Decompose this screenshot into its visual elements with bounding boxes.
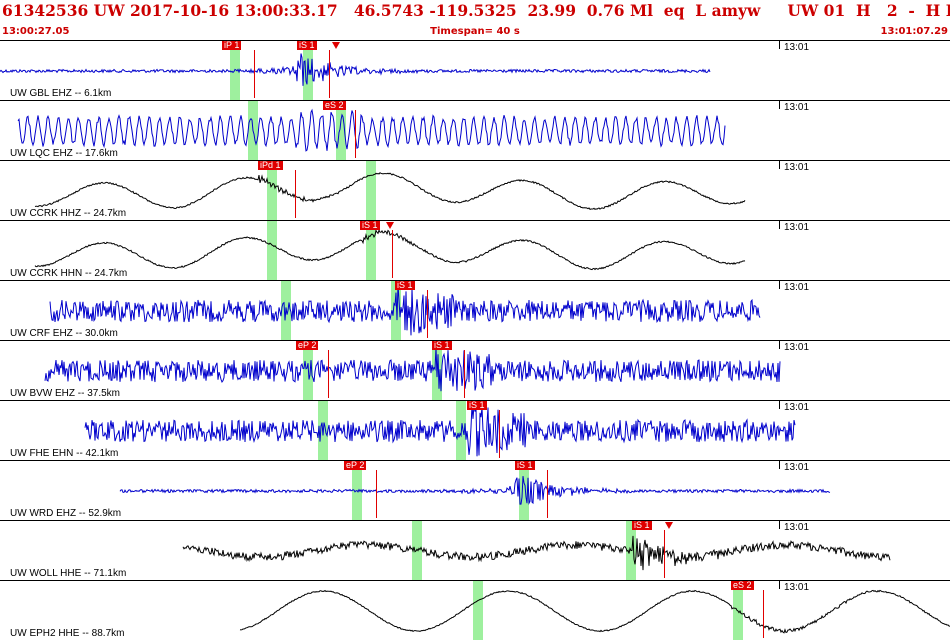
time-tick (779, 41, 780, 49)
time-label: 13:01 (784, 522, 810, 533)
trace-row[interactable]: eP 2 iS 1 13:01 UW WRD EHZ -- 52.9km (0, 460, 950, 520)
pick-tag[interactable]: iS 1 (632, 521, 652, 530)
pick-line (329, 50, 330, 98)
pick-line (355, 110, 356, 158)
waveform-trace (34, 172, 746, 211)
waveform-trace (84, 404, 796, 457)
time-label: 13:01 (784, 402, 810, 413)
waveform-trace (34, 228, 746, 271)
pick-line (547, 470, 548, 518)
pick-tag[interactable]: iS 1 (395, 281, 415, 290)
arrival-arrow-icon (386, 222, 394, 229)
trace-row[interactable]: iS 1 13:01 UW FHE EHN -- 42.1km (0, 400, 950, 460)
time-tick (779, 281, 780, 289)
event-header: 61342536 UW 2017-10-16 13:00:33.17 46.57… (0, 0, 950, 24)
time-label: 13:01 (784, 342, 810, 353)
pick-line (427, 290, 428, 338)
station-label: UW CRF EHZ -- 30.0km (10, 328, 118, 339)
time-label: 13:01 (784, 162, 810, 173)
waveform-trace (44, 346, 781, 392)
station-label: UW BVW EHZ -- 37.5km (10, 388, 121, 399)
waveform-trace (239, 589, 950, 634)
timespan-label: Timespan= 40 s (430, 26, 520, 37)
pick-tag[interactable]: iS 1 (515, 461, 535, 470)
waveform-trace (17, 108, 726, 152)
time-label: 13:01 (784, 282, 810, 293)
pick-tag[interactable]: iPd 1 (258, 161, 283, 170)
station-label: UW CCRK HHN -- 24.7km (10, 268, 128, 279)
pick-tag[interactable]: iS 1 (467, 401, 487, 410)
pick-line (392, 230, 393, 278)
time-tick (779, 521, 780, 529)
time-label: 13:01 (784, 102, 810, 113)
time-label: 13:01 (784, 462, 810, 473)
time-tick (779, 341, 780, 349)
trace-row[interactable]: iS 1 13:01 UW WOLL HHE -- 71.1km (0, 520, 950, 580)
trace-row[interactable]: iPd 1 13:01 UW CCRK HHZ -- 24.7km (0, 160, 950, 220)
station-label: UW WRD EHZ -- 52.9km (10, 508, 122, 519)
pick-line (664, 530, 665, 578)
station-label: UW WOLL HHE -- 71.1km (10, 568, 127, 579)
time-label: 13:01 (784, 222, 810, 233)
pick-line (295, 170, 296, 218)
end-time: 13:01:07.29 (880, 26, 948, 37)
station-label: UW LQC EHZ -- 17.6km (10, 148, 118, 159)
pick-line (499, 410, 500, 458)
time-label: 13:01 (784, 582, 810, 593)
time-tick (779, 401, 780, 409)
pick-line (254, 50, 255, 98)
pick-tag[interactable]: eP 2 (344, 461, 367, 470)
time-tick (779, 221, 780, 229)
time-tick (779, 101, 780, 109)
waveform-trace (49, 283, 761, 336)
station-label: UW FHE EHN -- 42.1km (10, 448, 119, 459)
pick-tag[interactable]: eS 2 (731, 581, 754, 590)
seismogram-panel[interactable]: iP 1 iS 1 13:01 UW GBL EHZ -- 6.1km eS 2 13:0… (0, 40, 950, 640)
pick-tag[interactable]: eP 2 (296, 341, 319, 350)
pick-line (328, 350, 329, 398)
trace-row[interactable]: iS 1 13:01 UW CCRK HHN -- 24.7km (0, 220, 950, 280)
station-label: UW CCRK HHZ -- 24.7km (10, 208, 127, 219)
station-label: UW EPH2 HHE -- 88.7km (10, 628, 125, 639)
pick-tag[interactable]: eS 2 (323, 101, 346, 110)
pick-line (763, 590, 764, 638)
pick-line (464, 350, 465, 398)
trace-row[interactable]: iP 1 iS 1 13:01 UW GBL EHZ -- 6.1km (0, 40, 950, 100)
pick-tag[interactable]: iS 1 (432, 341, 452, 350)
pick-tag[interactable]: iS 1 (360, 221, 380, 230)
station-label: UW GBL EHZ -- 6.1km (10, 88, 112, 99)
waveform-trace (182, 535, 891, 571)
pick-line (376, 470, 377, 518)
trace-row[interactable]: eP 2 iS 1 13:01 UW BVW EHZ -- 37.5km (0, 340, 950, 400)
trace-row[interactable]: eS 2 13:01 UW EPH2 HHE -- 88.7km (0, 580, 950, 640)
arrival-arrow-icon (665, 522, 673, 529)
pick-tag[interactable]: iS 1 (297, 41, 317, 50)
trace-row[interactable]: eS 2 13:01 UW LQC EHZ -- 17.6km (0, 100, 950, 160)
time-tick (779, 581, 780, 589)
time-bar: 13:00:27.05 Timespan= 40 s 13:01:07.29 (0, 24, 950, 40)
time-label: 13:01 (784, 42, 810, 53)
waveform-trace (119, 476, 831, 506)
time-tick (779, 161, 780, 169)
time-tick (779, 461, 780, 469)
waveform-trace (0, 53, 711, 86)
pick-tag[interactable]: iP 1 (222, 41, 242, 50)
trace-row[interactable]: iS 1 13:01 UW CRF EHZ -- 30.0km (0, 280, 950, 340)
arrival-arrow-icon (332, 42, 340, 49)
